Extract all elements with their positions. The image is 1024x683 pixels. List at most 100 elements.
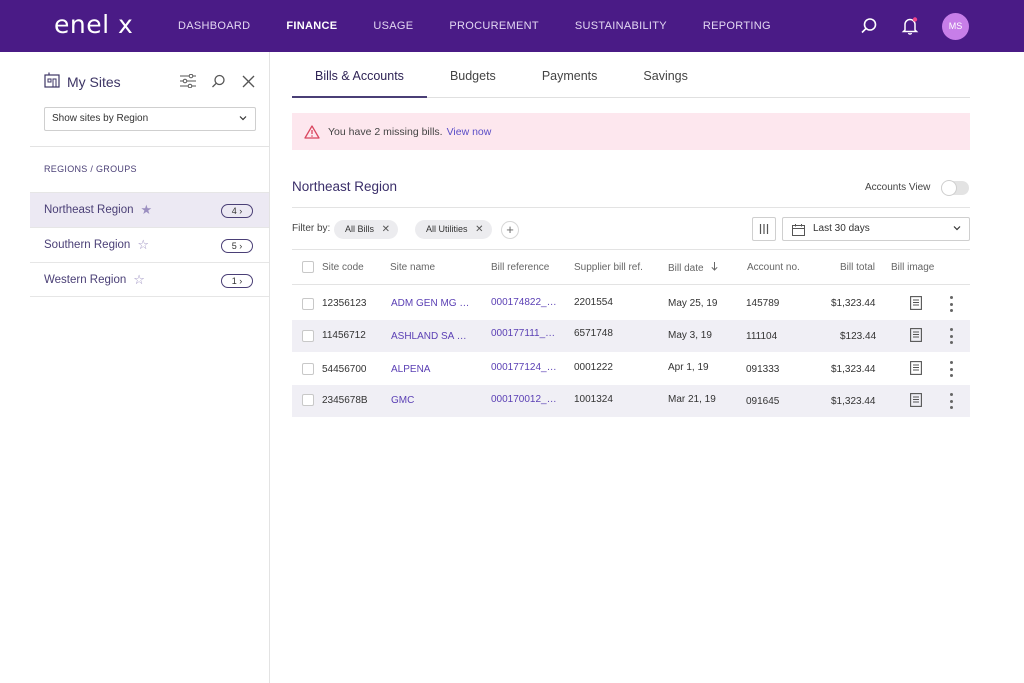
toggle-knob: [941, 180, 957, 196]
region-item-southern[interactable]: Southern Region ☆ 5 ›: [30, 227, 269, 262]
col-site-code[interactable]: Site code: [322, 262, 364, 273]
table-row[interactable]: 54456700 ALPENA 000177124_… 0001222 Apr …: [292, 353, 970, 385]
sidebar-search-icon[interactable]: [209, 72, 227, 90]
columns-button[interactable]: [752, 217, 776, 241]
row-checkbox[interactable]: [302, 298, 314, 310]
site-code: 12356123: [322, 298, 367, 309]
chip-label: All Utilities: [426, 224, 468, 234]
divider: [292, 207, 970, 208]
sort-down-arrow-icon: [711, 262, 718, 274]
table-row[interactable]: 12356123 ADM GEN MG … 000174822_… 220155…: [292, 288, 970, 320]
site-name-link[interactable]: ADM GEN MG …: [391, 298, 469, 309]
table-row[interactable]: 2345678B GMC 000170012_… 1001324 Mar 21,…: [292, 385, 970, 417]
row-more-options-icon[interactable]: [946, 327, 956, 345]
missing-bills-alert: You have 2 missing bills. View now: [292, 113, 970, 150]
sidebar-title: My Sites: [44, 72, 121, 91]
account-no: 091645: [746, 396, 780, 407]
col-bill-date[interactable]: Bill date: [668, 262, 718, 274]
bills-table-header: Site code Site name Bill reference Suppl…: [292, 250, 970, 285]
add-filter-button[interactable]: +: [501, 221, 519, 239]
section-title: Northeast Region: [292, 179, 398, 194]
bill-reference-link[interactable]: 000170012_…: [491, 394, 557, 405]
row-more-options-icon[interactable]: [946, 392, 956, 410]
row-checkbox[interactable]: [302, 330, 314, 342]
table-row[interactable]: 11456712 ASHLAND SA … 000177111_… 657174…: [292, 320, 970, 352]
row-checkbox[interactable]: [302, 394, 314, 406]
site-name-link[interactable]: ASHLAND SA …: [391, 331, 467, 342]
filter-sliders-icon[interactable]: [179, 72, 197, 90]
region-count-badge[interactable]: 1 ›: [221, 274, 253, 288]
bill-date: May 25, 19: [668, 298, 718, 309]
col-site-name[interactable]: Site name: [390, 262, 435, 273]
supplier-bill-ref: 1001324: [574, 394, 613, 405]
supplier-bill-ref: 6571748: [574, 328, 613, 339]
bill-document-icon[interactable]: [910, 328, 922, 342]
row-more-options-icon[interactable]: [946, 360, 956, 378]
nav-reporting[interactable]: REPORTING: [685, 0, 789, 52]
filter-chip-all-bills[interactable]: All Bills ✕: [334, 220, 399, 239]
filter-chip-all-utilities[interactable]: All Utilities ✕: [415, 220, 492, 239]
star-outline-icon[interactable]: ☆: [133, 272, 145, 288]
region-count-badge[interactable]: 5 ›: [221, 239, 253, 253]
tab-bills-accounts[interactable]: Bills & Accounts: [292, 52, 427, 98]
account-no: 145789: [746, 298, 780, 309]
nav-dashboard[interactable]: DASHBOARD: [160, 0, 268, 52]
user-avatar[interactable]: MS: [942, 13, 969, 40]
site-name-link[interactable]: ALPENA: [391, 364, 430, 375]
chip-remove-icon[interactable]: ✕: [382, 220, 390, 239]
bill-total: $1,323.44: [831, 298, 876, 309]
region-item-northeast[interactable]: Northeast Region ★ 4 ›: [30, 192, 269, 227]
bill-document-icon[interactable]: [910, 361, 922, 375]
site-code: 2345678B: [322, 395, 368, 406]
finance-tabs: Bills & Accounts Budgets Payments Saving…: [292, 52, 970, 98]
calendar-icon: [792, 223, 805, 245]
enel-x-logo[interactable]: enel x: [54, 10, 133, 39]
col-bill-image: Bill image: [891, 262, 935, 273]
col-bill-reference[interactable]: Bill reference: [491, 262, 549, 273]
close-icon[interactable]: [239, 72, 257, 90]
bill-date: Mar 21, 19: [668, 394, 716, 405]
bill-reference-link[interactable]: 000177111_…: [491, 328, 555, 339]
region-count-badge[interactable]: 4 ›: [221, 204, 253, 218]
bill-document-icon[interactable]: [910, 296, 922, 310]
region-select-value: Show sites by Region: [52, 113, 149, 124]
chip-label: All Bills: [345, 224, 375, 234]
tab-savings[interactable]: Savings: [620, 52, 710, 98]
bill-reference-link[interactable]: 000177124_…: [491, 362, 557, 373]
star-outline-icon[interactable]: ☆: [137, 237, 149, 253]
region-item-western[interactable]: Western Region ☆ 1 ›: [30, 262, 269, 297]
sites-icon: [44, 72, 60, 91]
row-more-options-icon[interactable]: [946, 295, 956, 313]
accounts-view-toggle[interactable]: [941, 180, 969, 196]
sidebar-title-text: My Sites: [67, 73, 121, 90]
nav-usage[interactable]: USAGE: [355, 0, 431, 52]
regions-section-label: REGIONS / GROUPS: [44, 164, 137, 174]
tab-payments[interactable]: Payments: [519, 52, 621, 98]
star-filled-icon[interactable]: ★: [141, 202, 153, 218]
notification-bell-icon[interactable]: [899, 15, 921, 37]
chip-remove-icon[interactable]: ✕: [475, 220, 483, 239]
region-list: Northeast Region ★ 4 › Southern Region ☆…: [30, 192, 269, 297]
bill-total: $123.44: [840, 331, 877, 342]
nav-procurement[interactable]: PROCUREMENT: [431, 0, 556, 52]
select-all-checkbox[interactable]: [302, 261, 314, 273]
bill-reference-link[interactable]: 000174822_…: [491, 297, 557, 308]
top-nav-bar: enel x DASHBOARD FINANCE USAGE PROCUREME…: [0, 0, 1024, 52]
row-checkbox[interactable]: [302, 363, 314, 375]
search-icon[interactable]: [858, 15, 880, 37]
region-grouping-select[interactable]: Show sites by Region: [44, 107, 256, 131]
bill-document-icon[interactable]: [910, 393, 922, 407]
bill-total: $1,323.44: [831, 364, 876, 375]
site-name-link[interactable]: GMC: [391, 395, 414, 406]
col-supplier-bill-ref[interactable]: Supplier bill ref.: [574, 262, 643, 273]
col-account-no[interactable]: Account no.: [747, 262, 800, 273]
view-now-link[interactable]: View now: [447, 126, 492, 138]
bill-date: Apr 1, 19: [668, 362, 709, 373]
date-range-select[interactable]: Last 30 days: [782, 217, 970, 241]
region-name: Northeast Region: [44, 204, 134, 216]
columns-icon: [759, 224, 769, 234]
nav-finance[interactable]: FINANCE: [268, 0, 355, 52]
nav-sustainability[interactable]: SUSTAINABILITY: [557, 0, 685, 52]
col-bill-total[interactable]: Bill total: [840, 262, 875, 273]
tab-budgets[interactable]: Budgets: [427, 52, 519, 98]
